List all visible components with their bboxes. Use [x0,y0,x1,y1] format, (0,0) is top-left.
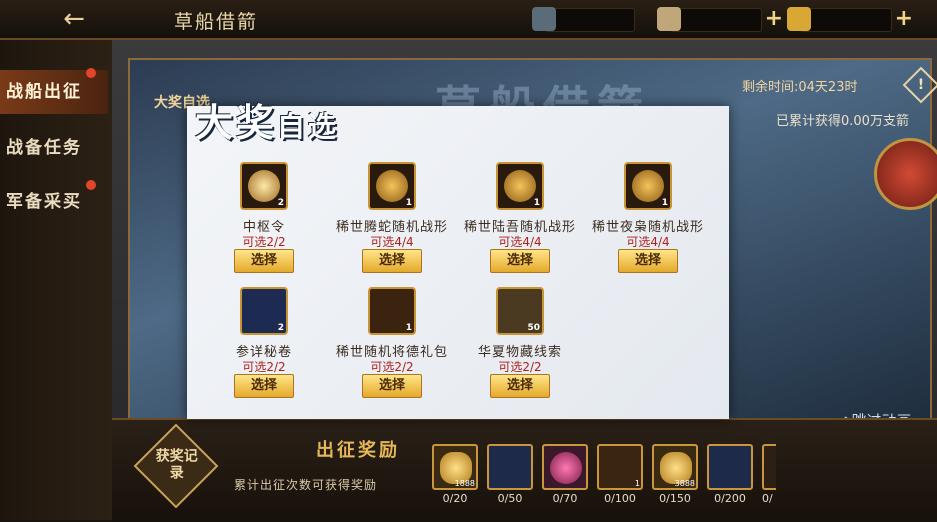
reward-item[interactable]: 1888 0/20 [432,444,478,505]
reward-item[interactable]: 1 0/100 [597,444,643,505]
select-button[interactable]: 选择 [234,249,294,273]
accumulated-arrows: 已累计获得0.00万支箭 [776,114,909,129]
prize-card: 1 稀世夜枭随机战形 可选4/4 选择 [583,162,713,282]
notification-dot [86,180,96,190]
select-button[interactable]: 选择 [618,249,678,273]
big-prize-modal: 大奖自选 2 中枢令 可选2/2 选择 1 稀世腾蛇随机战形 可选4/4 选择 … [187,101,729,419]
nav-item-label: 战备任务 [6,138,82,158]
reward-progress: 0/100 [604,492,636,505]
reward-progress: 0/50 [497,492,523,505]
top-bar: ← 草船借箭 + + [0,0,937,40]
prize-card: 2 参详秘卷 可选2/2 选择 [199,287,329,407]
nav-item-label: 战船出征 [6,82,82,102]
remaining-time: 剩余时间:04天23时 [742,80,858,95]
award-record-button[interactable]: 获奖记录 [133,423,219,509]
modal-title: 大奖自选 [195,101,340,145]
prize-available: 可选4/4 [370,235,414,249]
prize-available: 可选2/2 [242,235,286,249]
beast-coin-icon: 1 [496,162,544,210]
select-button[interactable]: 选择 [362,374,422,398]
book-icon [487,444,533,490]
select-button[interactable]: 选择 [490,374,550,398]
prize-available: 可选4/4 [498,235,542,249]
info-icon[interactable]: ! [902,66,937,104]
reward-item[interactable]: 0/50 [487,444,533,505]
serpent-coin-icon: 1 [368,162,416,210]
reward-progress: 0/150 [659,492,691,505]
treasure-chest-icon[interactable] [874,138,937,210]
add-resource-button[interactable]: + [765,7,783,31]
resource-bar-3: + [787,7,913,32]
select-button[interactable]: 选择 [362,249,422,273]
compass-icon: 2 [240,162,288,210]
prize-card: 1 稀世腾蛇随机战形 可选4/4 选择 [327,162,457,282]
prize-available: 可选4/4 [626,235,670,249]
reward-progress: 0/20 [442,492,468,505]
reward-title: 出征奖励 [316,440,400,461]
reward-progress: 0/ [762,492,773,505]
award-record-label: 获奖记录 [155,448,198,482]
reward-desc: 累计出征次数可获得奖励 [234,478,378,492]
prize-card: 50 华夏物藏线索 可选2/2 选择 [455,287,585,407]
gold-ingot-icon: 1888 [432,444,478,490]
back-arrow-icon[interactable]: ← [52,4,96,34]
gold-ingot-icon: 3888 [652,444,698,490]
reward-item[interactable]: 0/70 [542,444,588,505]
reward-item[interactable]: 0/ [762,444,776,505]
scroll-book-icon: 2 [240,287,288,335]
nav-item-tasks[interactable]: 战备任务 [0,126,108,170]
add-gold-button[interactable]: + [895,7,913,31]
notification-dot [86,68,96,78]
prize-available: 可选2/2 [242,360,286,374]
reward-progress: 0/70 [552,492,578,505]
prize-card: 2 中枢令 可选2/2 选择 [199,162,329,282]
mystery-chest-icon: 1 [368,287,416,335]
left-nav: 战船出征 战备任务 军备采买 [0,40,114,520]
chest-icon: 1 [597,444,643,490]
reward-progress: 0/200 [714,492,746,505]
prize-available: 可选2/2 [370,360,414,374]
resource-bar-1 [532,7,635,32]
book-icon [707,444,753,490]
scroll-clue-icon: 50 [496,287,544,335]
gem-icon [542,444,588,490]
prize-card: 1 稀世陆吾随机战形 可选4/4 选择 [455,162,585,282]
ship-icon [532,7,556,31]
resource-bar-2: + [657,7,783,32]
gold-ingot-icon [787,7,811,31]
scroll-icon [657,7,681,31]
prize-available: 可选2/2 [498,360,542,374]
prize-card: 1 稀世随机将德礼包 可选2/2 选择 [327,287,457,407]
select-button[interactable]: 选择 [490,249,550,273]
owl-coin-icon: 1 [624,162,672,210]
reward-item[interactable]: 0/200 [707,444,753,505]
reward-item[interactable]: 3888 0/150 [652,444,698,505]
nav-item-label: 军备采买 [6,192,82,212]
reward-strip: 获奖记录 出征奖励 累计出征次数可获得奖励 1888 0/20 0/50 0/7… [112,418,937,522]
select-button[interactable]: 选择 [234,374,294,398]
item-icon [762,444,776,490]
page-title: 草船借箭 [174,11,259,33]
